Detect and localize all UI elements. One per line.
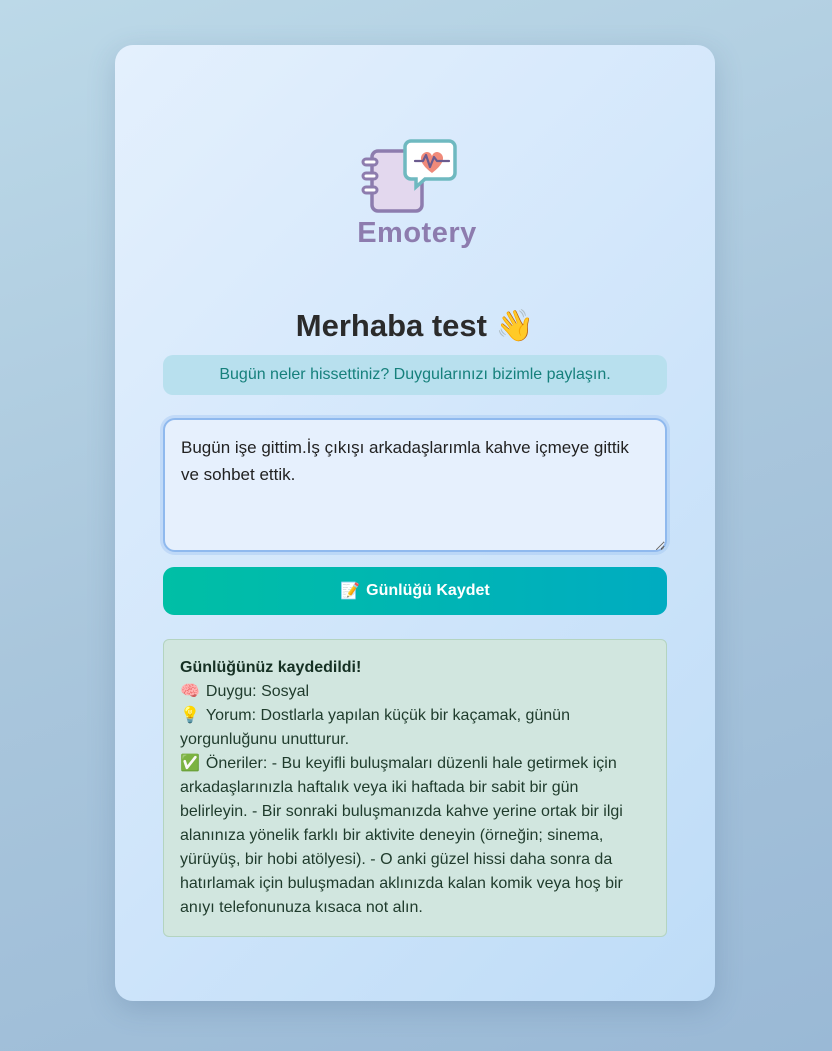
greeting-text: Merhaba test <box>295 308 487 343</box>
brand-name: Emotery <box>357 217 477 249</box>
resize-handle[interactable] <box>656 542 664 550</box>
prompt-banner: Bugün neler hissettiniz? Duygularınızı b… <box>163 355 667 395</box>
suggestions-text: Öneriler: - Bu keyifli buluşmaları düzen… <box>180 755 623 916</box>
page-title: Merhaba test 👋 <box>115 307 715 344</box>
result-emotion: 🧠 Duygu: Sosyal <box>180 680 650 704</box>
save-result-panel: Günlüğünüz kaydedildi! 🧠 Duygu: Sosyal 💡 Y… <box>163 639 667 937</box>
brain-icon: 🧠 <box>180 683 200 700</box>
emotion-text: Duygu: Sosyal <box>205 683 310 700</box>
result-heading: Günlüğünüz kaydedildi! <box>180 659 362 676</box>
save-button-label: Günlüğü Kaydet <box>366 582 490 599</box>
check-mark-icon: ✅ <box>180 755 200 772</box>
comment-text: Yorum: Dostlarla yapılan küçük bir kaçam… <box>180 707 570 748</box>
journal-entry-textarea[interactable]: Bugün işe gittim.İş çıkışı arkadaşlarıml… <box>163 418 667 552</box>
waving-hand-icon: 👋 <box>495 308 535 343</box>
main-card: Emotery Merhaba test 👋 Bugün neler hisse… <box>115 45 715 1001</box>
brand-logo: Emotery <box>355 135 479 255</box>
journal-heart-chat-icon <box>355 135 479 215</box>
save-journal-button[interactable]: 📝 Günlüğü Kaydet <box>163 567 667 615</box>
memo-icon: 📝 <box>340 583 361 600</box>
result-comment: 💡 Yorum: Dostlarla yapılan küçük bir kaça… <box>180 704 650 752</box>
light-bulb-icon: 💡 <box>180 707 200 724</box>
result-suggestions: ✅ Öneriler: - Bu keyifli buluşmaları düze… <box>180 752 650 920</box>
